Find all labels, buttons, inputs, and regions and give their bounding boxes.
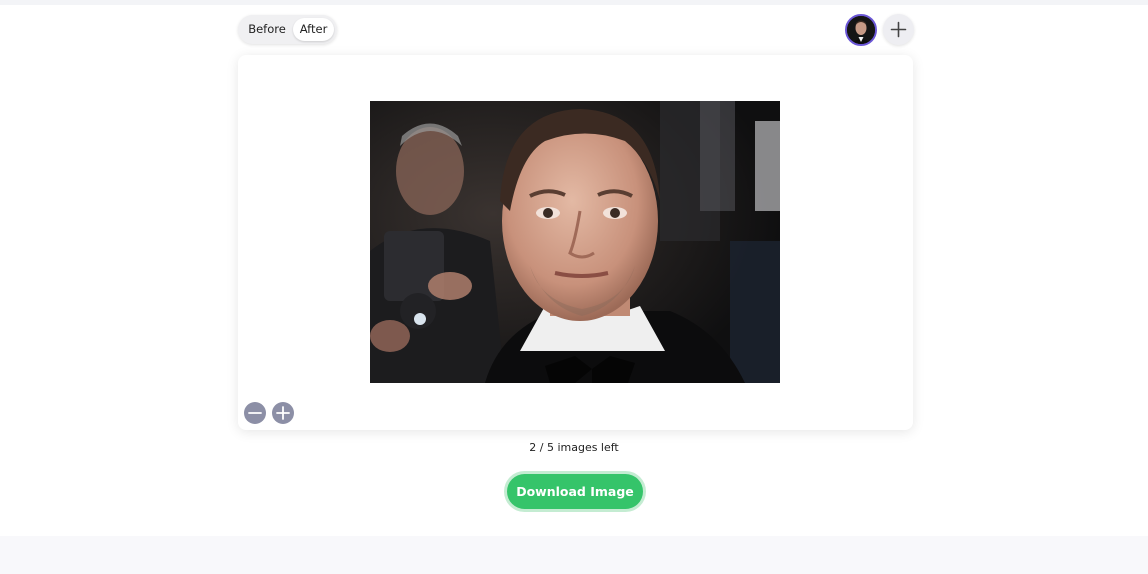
footer-band [0, 536, 1148, 574]
plus-icon [276, 406, 290, 420]
zoom-in-button[interactable] [272, 402, 294, 424]
portrait-photo [370, 101, 780, 383]
plus-icon [890, 21, 907, 38]
preview-image [370, 101, 780, 383]
image-thumbnail[interactable] [845, 14, 877, 46]
before-after-toggle: Before After [238, 15, 337, 44]
zoom-out-button[interactable] [244, 402, 266, 424]
portrait-thumbnail-icon [847, 16, 875, 44]
before-button[interactable]: Before [242, 18, 292, 41]
top-strip [0, 0, 1148, 5]
after-button[interactable]: After [293, 18, 334, 41]
preview-card [238, 55, 913, 430]
add-image-button[interactable] [883, 14, 914, 45]
images-left-counter: 2 / 5 images left [529, 441, 619, 454]
download-image-button[interactable]: Download Image [507, 474, 643, 509]
minus-icon [248, 412, 262, 414]
